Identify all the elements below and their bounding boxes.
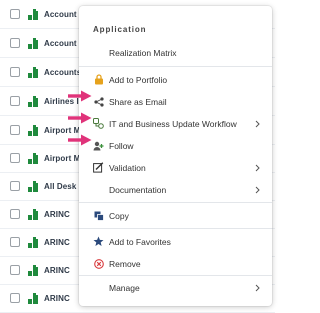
row-checkbox[interactable]	[10, 38, 20, 48]
chevron-right-icon	[255, 120, 260, 128]
menu-item-it-business-update-workflow[interactable]: IT and Business Update Workflow	[79, 113, 272, 135]
menu-item-label: Share as Email	[109, 97, 167, 107]
pink-arrow-icon	[68, 112, 92, 124]
menu-item-label: Copy	[109, 211, 129, 221]
row-checkbox[interactable]	[10, 209, 20, 219]
chevron-right-icon	[255, 284, 260, 292]
row-label[interactable]: Airport M	[44, 154, 80, 163]
row-label[interactable]: Account	[44, 10, 77, 19]
menu-item-follow[interactable]: Follow	[79, 135, 272, 157]
star-icon	[93, 236, 104, 247]
remove-icon	[93, 258, 104, 269]
menu-item-remove[interactable]: Remove	[79, 253, 272, 275]
row-checkbox[interactable]	[10, 237, 20, 247]
row-label[interactable]: Account	[44, 39, 77, 48]
row-checkbox[interactable]	[10, 153, 20, 163]
chevron-right-icon	[255, 164, 260, 172]
row-checkbox[interactable]	[10, 96, 20, 106]
menu-item-add-to-portfolio[interactable]: Add to Portfolio	[79, 69, 272, 91]
row-checkbox[interactable]	[10, 265, 20, 275]
row-label[interactable]: ARINC	[44, 210, 70, 219]
menu-divider	[79, 228, 272, 229]
menu-divider	[79, 66, 272, 67]
application-icon	[28, 8, 38, 20]
row-checkbox[interactable]	[10, 125, 20, 135]
menu-item-copy[interactable]: Copy	[79, 205, 272, 227]
menu-item-label: Add to Favorites	[109, 237, 171, 247]
row-checkbox[interactable]	[10, 181, 20, 191]
menu-item-manage[interactable]: Manage	[79, 277, 272, 299]
menu-item-label: Validation	[109, 163, 146, 173]
menu-item-validation[interactable]: Validation	[79, 157, 272, 179]
follow-icon	[93, 140, 104, 151]
chevron-right-icon	[255, 186, 260, 194]
workflow-icon	[93, 118, 104, 129]
pink-arrow-icon	[68, 134, 92, 146]
menu-item-label: Remove	[109, 259, 141, 269]
menu-item-share-as-email[interactable]: Share as Email	[79, 91, 272, 113]
application-icon	[28, 180, 38, 192]
row-label[interactable]: ARINC	[44, 266, 70, 275]
menu-header: Application	[93, 25, 147, 34]
row-label[interactable]: Accounts	[44, 68, 81, 77]
menu-divider	[79, 202, 272, 203]
application-icon	[28, 236, 38, 248]
context-menu: Application Realization Matrix Add to Po…	[79, 6, 272, 306]
menu-item-label: Follow	[109, 141, 134, 151]
lock-icon	[93, 74, 104, 85]
menu-item-realization-matrix[interactable]: Realization Matrix	[79, 42, 272, 64]
row-checkbox[interactable]	[10, 67, 20, 77]
application-icon	[28, 37, 38, 49]
menu-item-label: Add to Portfolio	[109, 75, 168, 85]
menu-item-add-to-favorites[interactable]: Add to Favorites	[79, 231, 272, 253]
application-icon	[28, 208, 38, 220]
menu-item-label: Realization Matrix	[109, 48, 177, 58]
menu-divider	[79, 275, 272, 276]
row-checkbox[interactable]	[10, 9, 20, 19]
pink-arrow-icon	[68, 90, 92, 102]
application-icon	[28, 264, 38, 276]
menu-item-documentation[interactable]: Documentation	[79, 179, 272, 201]
copy-icon	[93, 210, 104, 221]
application-icon	[28, 152, 38, 164]
application-icon	[28, 66, 38, 78]
row-label[interactable]: ARINC	[44, 294, 70, 303]
share-icon	[93, 96, 104, 107]
validation-icon	[93, 162, 104, 173]
menu-item-label: Manage	[109, 283, 140, 293]
menu-item-label: IT and Business Update Workflow	[109, 119, 237, 129]
row-checkbox[interactable]	[10, 293, 20, 303]
application-icon	[28, 292, 38, 304]
application-icon	[28, 124, 38, 136]
row-label[interactable]: ARINC	[44, 238, 70, 247]
application-icon	[28, 95, 38, 107]
row-label[interactable]: All Desk	[44, 182, 76, 191]
menu-item-label: Documentation	[109, 185, 167, 195]
